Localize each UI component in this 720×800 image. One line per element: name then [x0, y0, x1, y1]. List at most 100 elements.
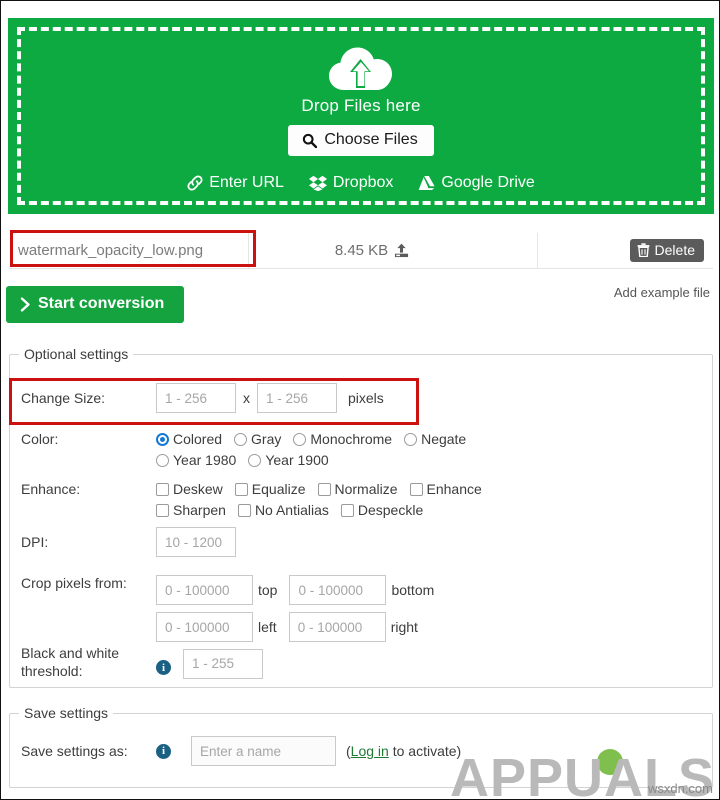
chevron-right-icon	[20, 296, 30, 312]
save-settings-label: Save settings as:	[21, 743, 128, 759]
file-size-cell: 8.45 KB	[249, 233, 538, 268]
save-settings-panel: Save settings Save settings as: i (Log i…	[9, 705, 713, 788]
enhance-option-sharpen[interactable]: Sharpen	[156, 502, 226, 518]
trash-icon	[637, 243, 649, 257]
enhance-option-equalize[interactable]: Equalize	[234, 481, 306, 497]
dropzone-dashed-area[interactable]: Drop Files here Choose Files Enter URL D…	[17, 27, 705, 205]
change-size-row: Change Size: x pixels	[21, 383, 384, 413]
color-option-negate[interactable]: Negate	[404, 431, 466, 447]
color-option-monochrome[interactable]: Monochrome	[293, 431, 392, 447]
enhance-option-enhance[interactable]: Enhance	[409, 481, 482, 497]
file-dropzone[interactable]: Drop Files here Choose Files Enter URL D…	[8, 18, 714, 214]
enter-url-button[interactable]: Enter URL	[187, 174, 284, 192]
change-size-width-input[interactable]	[156, 383, 236, 413]
page-root: Drop Files here Choose Files Enter URL D…	[0, 0, 720, 800]
crop-left-input[interactable]	[156, 612, 253, 642]
google-drive-icon	[419, 176, 436, 190]
dropbox-label: Dropbox	[332, 174, 394, 191]
color-option-year-1900[interactable]: Year 1900	[248, 452, 329, 468]
google-drive-label: Google Drive	[441, 174, 535, 191]
optional-settings-legend: Optional settings	[19, 346, 134, 362]
checkbox-normalize[interactable]	[317, 482, 331, 496]
radio-year-1980[interactable]	[156, 453, 169, 467]
enhance-option-no-antialias-label: No Antialias	[254, 502, 329, 518]
enhance-option-deskew[interactable]: Deskew	[156, 481, 223, 497]
file-size-label: 8.45 KB	[334, 242, 389, 259]
color-option-gray[interactable]: Gray	[234, 431, 281, 447]
dpi-input[interactable]	[156, 527, 236, 557]
choose-files-button[interactable]: Choose Files	[288, 125, 434, 156]
enhance-options: Deskew Equalize Normalize Enhance Sharpe…	[156, 481, 676, 518]
save-settings-row: Save settings as: i (Log in to activate)	[21, 736, 461, 766]
radio-negate[interactable]	[404, 432, 418, 446]
radio-year-1900[interactable]	[248, 453, 262, 467]
delete-label: Delete	[654, 242, 695, 258]
bw-threshold-label-line1: Black and white	[21, 645, 120, 661]
enhance-label: Enhance:	[21, 481, 81, 497]
upload-complete-icon	[395, 243, 409, 258]
choose-files-label: Choose Files	[324, 131, 418, 148]
link-icon	[187, 175, 203, 191]
add-example-file-link[interactable]: Add example file	[614, 285, 710, 300]
checkbox-equalize[interactable]	[234, 482, 248, 496]
dropzone-services: Enter URL Dropbox Google Drive	[187, 174, 535, 192]
radio-monochrome[interactable]	[293, 432, 307, 446]
checkbox-despeckle[interactable]	[340, 503, 354, 517]
bw-threshold-row: Black and white threshold: i	[21, 645, 263, 680]
color-option-year-1980[interactable]: Year 1980	[156, 452, 236, 468]
file-list-row: watermark_opacity_low.png 8.45 KB Delete	[9, 233, 713, 269]
enhance-option-sharpen-label: Sharpen	[173, 502, 226, 518]
google-drive-button[interactable]: Google Drive	[418, 174, 535, 192]
crop-right-input[interactable]	[288, 612, 386, 642]
crop-bottom-input[interactable]	[289, 575, 387, 605]
radio-colored[interactable]	[156, 432, 169, 446]
crop-top-unit: top	[258, 582, 278, 598]
checkbox-enhance[interactable]	[409, 482, 423, 496]
color-option-monochrome-label: Monochrome	[310, 431, 393, 447]
color-option-negate-label: Negate	[421, 431, 467, 447]
dropbox-button[interactable]: Dropbox	[308, 174, 394, 192]
start-conversion-button[interactable]: Start conversion	[6, 286, 185, 323]
file-actions: Delete	[538, 233, 713, 268]
enhance-option-despeckle-label: Despeckle	[357, 502, 424, 518]
dropzone-title: Drop Files here	[301, 96, 421, 115]
file-name: watermark_opacity_low.png	[9, 233, 249, 268]
enter-url-label: Enter URL	[209, 174, 284, 191]
size-unit-label: pixels	[348, 390, 384, 406]
crop-top-input[interactable]	[156, 575, 253, 605]
info-icon-save-settings[interactable]: i	[156, 743, 171, 759]
color-label: Color:	[21, 431, 59, 447]
dropbox-icon	[308, 175, 327, 191]
color-option-colored[interactable]: Colored	[156, 431, 222, 447]
color-option-colored-label: Colored	[173, 431, 223, 447]
crop-label: Crop pixels from:	[21, 575, 127, 591]
enhance-option-despeckle[interactable]: Despeckle	[340, 502, 424, 518]
crop-fields: top bottom left right	[156, 575, 434, 642]
info-icon-bw-threshold[interactable]: i	[156, 660, 171, 675]
checkbox-deskew[interactable]	[156, 482, 169, 496]
save-settings-name-input[interactable]	[191, 736, 336, 766]
crop-bottom-unit: bottom	[391, 582, 435, 598]
enhance-option-normalize[interactable]: Normalize	[317, 481, 398, 497]
radio-gray[interactable]	[234, 432, 248, 446]
save-settings-legend: Save settings	[19, 705, 114, 721]
start-conversion-label: Start conversion	[38, 295, 165, 312]
change-size-height-input[interactable]	[257, 383, 337, 413]
color-option-gray-label: Gray	[251, 431, 282, 447]
color-option-year-1980-label: Year 1980	[173, 452, 237, 468]
enhance-option-enhance-label: Enhance	[426, 481, 482, 497]
enhance-option-no-antialias[interactable]: No Antialias	[237, 502, 329, 518]
dpi-label: DPI:	[21, 534, 49, 550]
size-separator: x	[243, 390, 250, 406]
color-row: Color: Colored Gray Monochrome Negate Ye…	[21, 431, 676, 468]
crop-left-unit: left	[258, 619, 277, 635]
checkbox-no-antialias[interactable]	[237, 503, 251, 517]
delete-file-button[interactable]: Delete	[629, 239, 704, 262]
login-note-suffix: to activate)	[388, 743, 462, 759]
checkbox-sharpen[interactable]	[156, 503, 169, 517]
login-link[interactable]: Log in	[351, 743, 389, 759]
crop-row: Crop pixels from: top bottom left right	[21, 575, 434, 642]
bw-threshold-label-line2: threshold:	[21, 662, 83, 679]
color-option-year-1900-label: Year 1900	[265, 452, 329, 468]
bw-threshold-input[interactable]	[183, 648, 263, 679]
